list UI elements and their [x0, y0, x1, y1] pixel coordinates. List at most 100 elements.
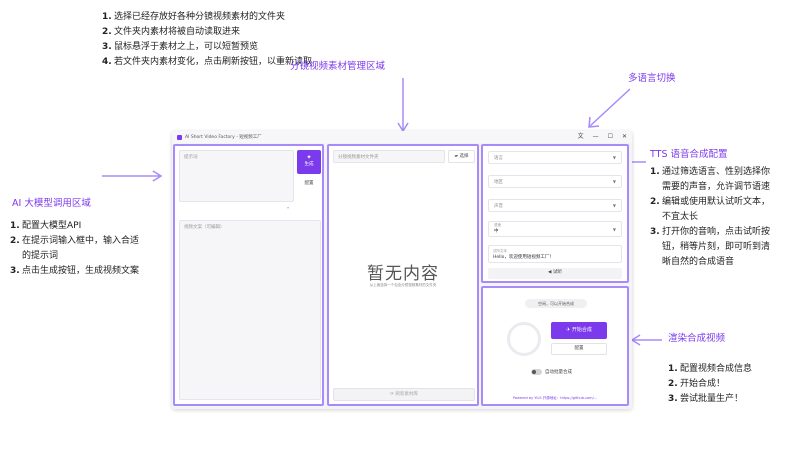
annotation-line: 钮，稍等片刻，即可听到清: [650, 240, 770, 255]
step-text: 选择已经存放好各种分镜视频素材的文件夹: [114, 12, 286, 22]
annotation-line: 的提示词: [10, 249, 139, 264]
copy-textarea[interactable]: 视频文案（可编辑）: [179, 220, 321, 400]
step-text: 配置大模型API: [22, 221, 82, 231]
llm-title: AI 大模型调用区域: [12, 198, 91, 209]
step-text: 若文件夹内素材变化，点击刷新按钮，以重新读取: [114, 57, 313, 67]
llm-steps: 1. 配置大模型API 2. 在提示词输入框中，输入合适 的提示词 3. 点击生成按钮，生成…: [10, 219, 139, 279]
region-select[interactable]: 地区 ▼: [488, 175, 622, 188]
step-number: 2.: [10, 236, 20, 246]
step-text: 尝试批量生产！: [680, 394, 744, 404]
arrow-to-material: [397, 78, 409, 133]
render-title: 渲染合成视频: [668, 333, 726, 344]
close-button[interactable]: ✕: [622, 134, 627, 140]
tts-panel: 语言 ▼ 地区 ▼ 声音 ▼ 语速 中 ▼ 试听文本 Hello，欢迎使用短视频…: [481, 144, 629, 283]
prompt-input[interactable]: 提示词: [179, 150, 294, 202]
generate-button[interactable]: ✦ 生成: [297, 150, 321, 174]
step-text: 通过筛选语言、性别选择你: [662, 167, 771, 177]
speed-select[interactable]: 语速 中 ▼: [488, 221, 622, 237]
app-window: AI Short Video Factory - 短视频工厂 文 — ☐ ✕ 提…: [172, 131, 632, 409]
step-text: 钮，稍等片刻，即可听到清: [662, 242, 771, 252]
step-number: 1.: [10, 221, 20, 231]
step-number: 3.: [10, 266, 20, 276]
language-switch-title: 多语言切换: [628, 73, 676, 84]
app-logo-icon: [177, 134, 182, 140]
step-number: 2.: [650, 197, 660, 207]
material-area-title: 分镜视频素材管理区域: [290, 61, 386, 72]
tts-title: TTS 语音合成配置: [650, 149, 728, 160]
step-text: 编辑或使用默认试听文本，: [662, 197, 771, 207]
resize-handle[interactable]: ▾: [287, 205, 289, 210]
step-text: 点击生成按钮，生成视频文案: [22, 266, 140, 276]
render-config-button[interactable]: 配置: [551, 343, 607, 355]
arrow-to-llm: [102, 170, 163, 182]
magic-wand-icon: ✦: [306, 154, 312, 161]
toggle-switch[interactable]: [531, 369, 542, 375]
voice-select[interactable]: 声音 ▼: [488, 199, 622, 212]
empty-state-hint: 从上面选择一个包含分镜视频素材的文件夹: [369, 283, 437, 287]
step-number: 3.: [668, 394, 678, 404]
progress-ring: [507, 322, 541, 356]
sample-text-field[interactable]: 试听文本 Hello，欢迎使用短视频工厂！: [488, 245, 622, 263]
refresh-icon: ⟳: [390, 392, 394, 397]
annotation-line: 晰自然的合成语音: [650, 255, 770, 270]
language-switch-button[interactable]: 文: [578, 134, 584, 140]
step-number: 1.: [102, 12, 112, 22]
annotation-line: 3. 鼠标悬浮于素材之上，可以短暂预览: [102, 40, 312, 55]
step-text: 打开你的音响，点击试听按: [662, 227, 771, 237]
render-steps: 1. 配置视频合成信息 2. 开始合成！ 3. 尝试批量生产！: [668, 362, 752, 407]
chevron-down-icon: ▼: [612, 203, 616, 208]
chevron-down-icon: ▼: [612, 227, 616, 232]
top-instructions: 1. 选择已经存放好各种分镜视频素材的文件夹 2. 文件夹内素材将被自动读取进来 3. 鼠…: [102, 10, 312, 70]
annotation-line: 3. 打开你的音响，点击试听按: [650, 225, 770, 240]
step-text: 需要的声音，允许调节语速: [662, 182, 771, 192]
annotation-line: 3. 点击生成按钮，生成视频文案: [10, 264, 139, 279]
rocket-icon: ✈: [566, 327, 571, 333]
annotation-line: 1. 选择已经存放好各种分镜视频素材的文件夹: [102, 10, 312, 25]
annotation-line: 2. 编辑或使用默认试听文本，: [650, 195, 770, 210]
refresh-button[interactable]: ⟳ 刷新素材库: [333, 388, 475, 401]
annotation-line: 1. 配置大模型API: [10, 219, 139, 234]
step-text: 的提示词: [22, 251, 59, 261]
step-text: 不宜太长: [662, 212, 699, 222]
annotation-line: 2. 在提示词输入框中，输入合适: [10, 234, 139, 249]
render-status: 空闲，可以开始合成: [525, 299, 587, 308]
step-text: 鼠标悬浮于素材之上，可以短暂预览: [114, 42, 259, 52]
batch-toggle[interactable]: 自动批量合成: [531, 369, 572, 375]
minimize-button[interactable]: —: [593, 134, 599, 140]
annotation-line: 不宜太长: [650, 210, 770, 225]
title-bar: AI Short Video Factory - 短视频工厂 文 — ☐ ✕: [172, 131, 632, 143]
folder-icon: ▰: [454, 154, 459, 159]
annotation-line: 需要的声音，允许调节语速: [650, 180, 770, 195]
listen-button[interactable]: ◀ 试听: [488, 268, 622, 279]
window-title: AI Short Video Factory - 短视频工厂: [185, 135, 262, 140]
tts-steps: 1. 通过筛选语言、性别选择你 需要的声音，允许调节语速 2. 编辑或使用默认试听文本，…: [650, 165, 770, 270]
chevron-down-icon: ▼: [612, 179, 616, 184]
speaker-icon: ◀: [548, 270, 552, 275]
annotation-line: 3. 尝试批量生产！: [668, 392, 752, 407]
chevron-down-icon: ▼: [612, 155, 616, 160]
step-text: 文件夹内素材将被自动读取进来: [114, 27, 241, 37]
step-text: 开始合成！: [680, 379, 726, 389]
render-panel: 空闲，可以开始合成 ✈ 开始合成 配置 自动批量合成 Powered by YI…: [481, 286, 629, 406]
llm-panel: 提示词 ✦ 生成 配置 ▾ 视频文案（可编辑）: [173, 144, 324, 406]
annotation-line: 2. 开始合成！: [668, 377, 752, 392]
maximize-button[interactable]: ☐: [608, 134, 613, 140]
step-number: 3.: [650, 227, 660, 237]
step-number: 1.: [668, 364, 678, 374]
language-select[interactable]: 语言 ▼: [488, 151, 622, 164]
select-folder-button[interactable]: ▰ 选择: [448, 150, 475, 163]
llm-config-button[interactable]: 配置: [297, 179, 321, 190]
annotation-line: 1. 配置视频合成信息: [668, 362, 752, 377]
step-number: 3.: [102, 42, 112, 52]
step-text: 配置视频合成信息: [680, 364, 753, 374]
arrow-to-render: [630, 334, 662, 346]
step-number: 1.: [650, 167, 660, 177]
start-render-button[interactable]: ✈ 开始合成: [551, 322, 607, 339]
annotation-line: 4. 若文件夹内素材变化，点击刷新按钮，以重新读取: [102, 55, 312, 70]
annotation-line: 1. 通过筛选语言、性别选择你: [650, 165, 770, 180]
empty-state-title: 暂无内容: [367, 264, 439, 284]
step-number: 2.: [668, 379, 678, 389]
folder-input[interactable]: 分镜视频素材文件夹: [333, 150, 445, 163]
arrow-to-language: [588, 88, 631, 128]
annotation-line: 2. 文件夹内素材将被自动读取进来: [102, 25, 312, 40]
